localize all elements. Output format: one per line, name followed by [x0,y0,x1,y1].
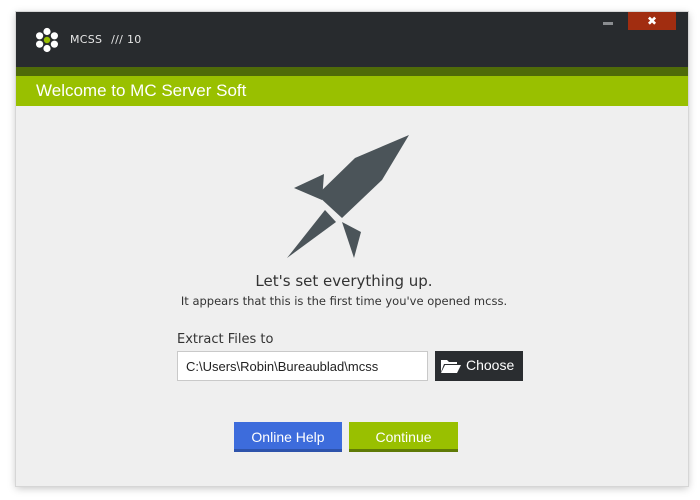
page-title: Welcome to MC Server Soft [36,81,247,100]
logo-icon [36,27,58,53]
extract-files-label: Extract Files to [177,332,274,347]
minimize-button[interactable] [598,12,620,30]
title-bar-accent-strip [16,67,688,76]
minimize-icon [603,22,613,25]
header-band: Welcome to MC Server Soft [16,76,688,106]
extract-path-input[interactable] [177,351,428,381]
online-help-button[interactable]: Online Help [234,422,342,452]
rocket-icon [287,135,409,258]
version-separator: /// [111,33,124,46]
folder-open-icon [441,360,461,373]
close-button[interactable]: ✖ [628,12,676,30]
setup-description: It appears that this is the first time y… [180,294,508,308]
setup-window: MCSS /// 10 ✖ Welcome to MC Server Soft … [16,12,688,486]
choose-folder-button[interactable]: Choose [435,351,523,381]
app-title: MCSS /// 10 [70,33,142,46]
choose-button-label: Choose [466,357,515,373]
close-icon: ✖ [646,14,658,28]
setup-headline: Let's set everything up. [255,272,433,290]
app-name: MCSS [70,33,103,46]
title-bar[interactable]: MCSS /// 10 ✖ [16,12,688,67]
app-version: 10 [126,33,142,46]
continue-button[interactable]: Continue [349,422,458,452]
